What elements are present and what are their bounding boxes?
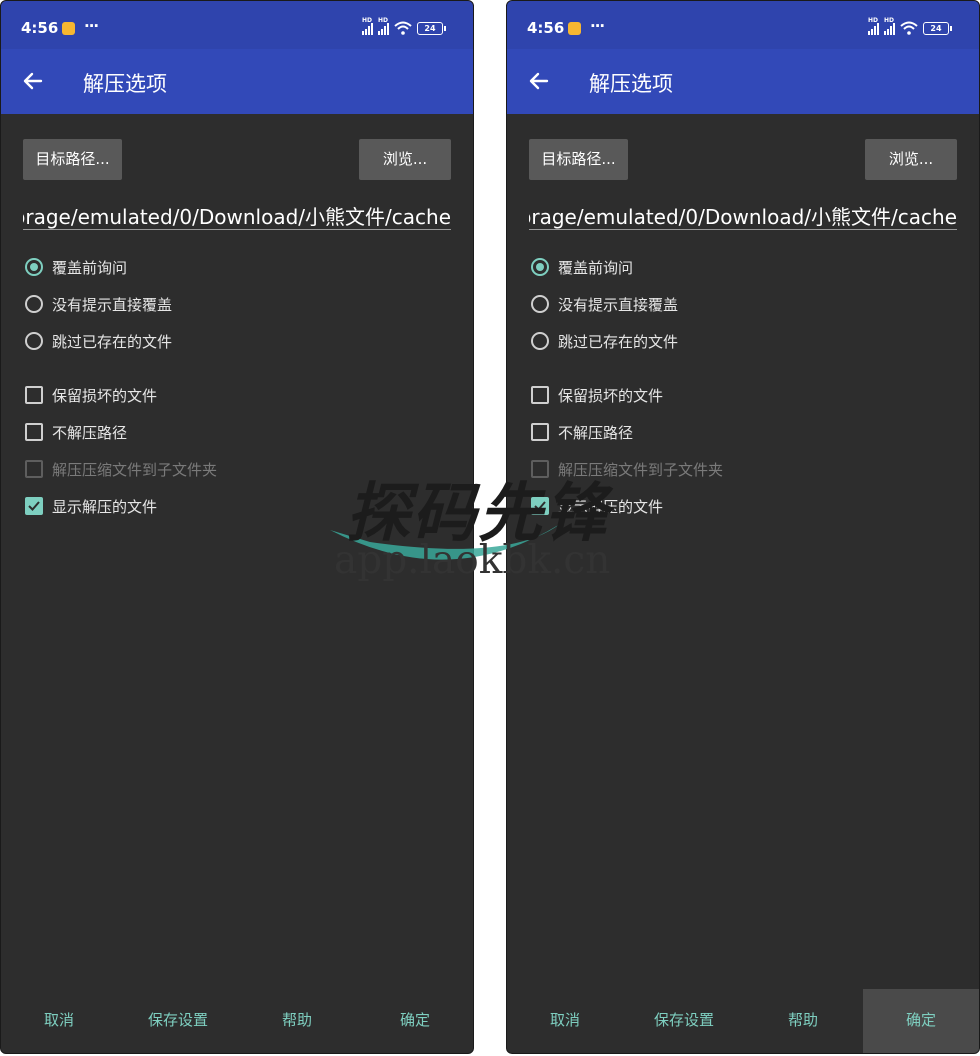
radio-button[interactable] <box>25 258 43 276</box>
option-label: 显示解压的文件 <box>52 497 158 516</box>
status-bar: 4:56 ··· HD HD 24 <box>1 1 473 49</box>
app-bar: 解压选项 <box>1 49 473 114</box>
page-title: 解压选项 <box>589 72 673 96</box>
option-label: 没有提示直接覆盖 <box>558 295 679 314</box>
checkbox[interactable] <box>25 497 43 515</box>
option-label: 不解压路径 <box>52 423 128 442</box>
status-icons: HD HD 24 <box>868 17 952 35</box>
screen-left: 4:56 ··· HD HD 24 解压选项 目标路径... 浏览... /st… <box>0 0 474 1054</box>
checkbox[interactable] <box>25 423 43 441</box>
radio-overwrite-without-prompt[interactable]: 没有提示直接覆盖 <box>531 292 678 316</box>
notification-icon <box>568 22 581 35</box>
page-title: 解压选项 <box>83 72 167 96</box>
battery-icon: 24 <box>923 22 952 35</box>
option-label: 覆盖前询问 <box>52 258 128 277</box>
status-time: 4:56 <box>527 19 565 37</box>
notification-icon <box>62 22 75 35</box>
radio-ask-before-overwrite[interactable]: 覆盖前询问 <box>531 255 633 279</box>
checkbox-keep-broken-files[interactable]: 保留损坏的文件 <box>25 383 157 407</box>
save-settings-button[interactable]: 保存设置 <box>133 989 223 1053</box>
back-arrow-icon[interactable] <box>21 69 45 93</box>
path-input[interactable]: /storage/emulated/0/Download/小熊文件/cache <box>529 201 957 230</box>
radio-skip-existing[interactable]: 跳过已存在的文件 <box>531 329 678 353</box>
app-bar: 解压选项 <box>507 49 979 114</box>
option-label: 显示解压的文件 <box>558 497 664 516</box>
checkbox-extract-to-subfolder: 解压压缩文件到子文件夹 <box>25 457 217 481</box>
option-label: 保留损坏的文件 <box>52 386 158 405</box>
checkbox-show-extracted-files[interactable]: 显示解压的文件 <box>531 494 663 518</box>
target-path-button[interactable]: 目标路径... <box>23 139 122 180</box>
signal-icon: HD <box>884 17 895 35</box>
help-button[interactable]: 帮助 <box>255 989 339 1053</box>
status-time: 4:56 <box>21 19 59 37</box>
signal-icon: HD <box>378 17 389 35</box>
radio-button[interactable] <box>531 332 549 350</box>
option-label: 覆盖前询问 <box>558 258 634 277</box>
path-input[interactable]: /storage/emulated/0/Download/小熊文件/cache <box>23 201 451 230</box>
checkbox-extract-to-subfolder: 解压压缩文件到子文件夹 <box>531 457 723 481</box>
option-label: 跳过已存在的文件 <box>52 332 173 351</box>
help-button[interactable]: 帮助 <box>761 989 845 1053</box>
cancel-button[interactable]: 取消 <box>17 989 101 1053</box>
bottom-button-bar: 取消 保存设置 帮助 确定 <box>507 989 979 1053</box>
radio-button[interactable] <box>25 295 43 313</box>
target-path-button[interactable]: 目标路径... <box>529 139 628 180</box>
wifi-icon <box>394 21 412 35</box>
signal-icon: HD <box>362 17 373 35</box>
option-label: 没有提示直接覆盖 <box>52 295 173 314</box>
battery-icon: 24 <box>417 22 446 35</box>
more-notifications-icon: ··· <box>84 17 99 35</box>
radio-button[interactable] <box>531 258 549 276</box>
checkbox-no-paths[interactable]: 不解压路径 <box>25 420 127 444</box>
checkbox[interactable] <box>531 423 549 441</box>
radio-button[interactable] <box>25 332 43 350</box>
radio-skip-existing[interactable]: 跳过已存在的文件 <box>25 329 172 353</box>
ok-button[interactable]: 确定 <box>357 989 473 1053</box>
screen-right: 4:56 ··· HD HD 24 解压选项 目标路径... 浏览... /st… <box>506 0 980 1054</box>
option-label: 解压压缩文件到子文件夹 <box>558 460 724 479</box>
option-label: 保留损坏的文件 <box>558 386 664 405</box>
radio-button[interactable] <box>531 295 549 313</box>
option-label: 不解压路径 <box>558 423 634 442</box>
checkbox-show-extracted-files[interactable]: 显示解压的文件 <box>25 494 157 518</box>
checkbox[interactable] <box>25 386 43 404</box>
option-label: 跳过已存在的文件 <box>558 332 679 351</box>
cancel-button[interactable]: 取消 <box>523 989 607 1053</box>
option-label: 解压压缩文件到子文件夹 <box>52 460 218 479</box>
status-icons: HD HD 24 <box>362 17 446 35</box>
bottom-button-bar: 取消 保存设置 帮助 确定 <box>1 989 473 1053</box>
wifi-icon <box>900 21 918 35</box>
status-bar: 4:56 ··· HD HD 24 <box>507 1 979 49</box>
checkbox-keep-broken-files[interactable]: 保留损坏的文件 <box>531 383 663 407</box>
browse-button[interactable]: 浏览... <box>359 139 451 180</box>
checkbox <box>531 460 549 478</box>
back-arrow-icon[interactable] <box>527 69 551 93</box>
browse-button[interactable]: 浏览... <box>865 139 957 180</box>
radio-overwrite-without-prompt[interactable]: 没有提示直接覆盖 <box>25 292 172 316</box>
checkbox-no-paths[interactable]: 不解压路径 <box>531 420 633 444</box>
more-notifications-icon: ··· <box>590 17 605 35</box>
radio-ask-before-overwrite[interactable]: 覆盖前询问 <box>25 255 127 279</box>
checkbox[interactable] <box>531 497 549 515</box>
signal-icon: HD <box>868 17 879 35</box>
checkbox[interactable] <box>531 386 549 404</box>
ok-button[interactable]: 确定 <box>863 989 979 1053</box>
checkbox <box>25 460 43 478</box>
save-settings-button[interactable]: 保存设置 <box>639 989 729 1053</box>
